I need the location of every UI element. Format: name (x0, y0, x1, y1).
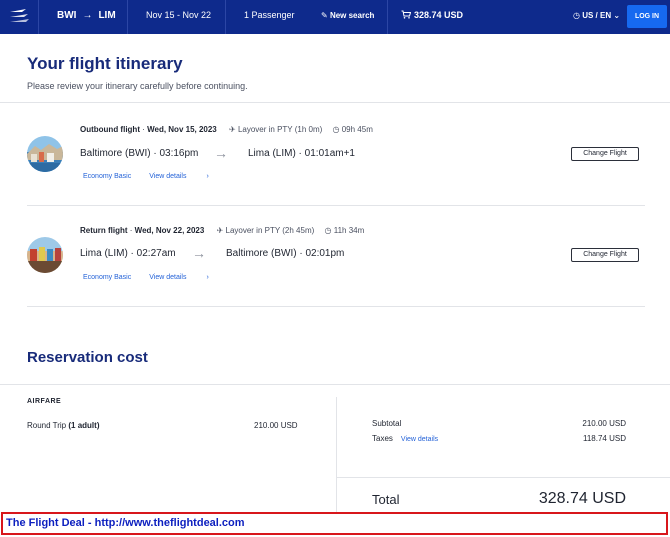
clock-icon: ◷ (332, 125, 340, 134)
layover-info: Layover in PTY (2h 45m) (225, 226, 315, 235)
cart-total-value: 328.74 USD (414, 10, 464, 20)
divider (27, 205, 645, 206)
passenger-detail: (1 adult) (68, 421, 100, 430)
divider (27, 306, 645, 307)
flight-duration: 09h 45m (341, 125, 373, 134)
plane-icon: ✈ (229, 125, 236, 134)
arrival-info: Baltimore (BWI) · 02:01pm (226, 248, 345, 259)
source-banner: The Flight Deal - http://www.theflightde… (1, 512, 668, 535)
flight-date: Wed, Nov 22, 2023 (134, 226, 205, 235)
departure-info: Baltimore (BWI) · 03:16pm (80, 148, 199, 159)
top-bar: BWI → LIM Nov 15 - Nov 22 1 Passenger ✎ Ne… (0, 0, 670, 34)
divider (336, 477, 670, 478)
view-details-link[interactable]: View details › (149, 274, 227, 281)
pencil-icon: ✎ (321, 11, 328, 20)
page-subtitle: Please review your itinerary carefully b… (27, 81, 248, 91)
divider (336, 397, 337, 515)
view-details-link[interactable]: View details › (149, 173, 227, 180)
arrival-info: Lima (LIM) · 01:01am+1 (248, 148, 355, 159)
divider (387, 0, 388, 34)
outbound-flight-card: Outbound flight · Wed, Nov 15, 2023 ✈ La… (0, 120, 670, 210)
divider (0, 384, 670, 385)
passenger-count[interactable]: 1 Passenger (244, 0, 295, 34)
flight-duration: 11h 34m (333, 226, 365, 235)
round-trip-label: Round Trip (1 adult) (27, 421, 100, 430)
login-button[interactable]: LOG IN (627, 5, 667, 28)
arrow-right-icon: → (82, 10, 93, 21)
taxes-row: Taxes View details (372, 434, 438, 443)
flight-links: Economy Basic View details › (83, 173, 245, 180)
chevron-right-icon: › (206, 274, 209, 281)
new-search-label: New search (329, 11, 375, 20)
chevron-right-icon: › (206, 173, 209, 180)
arrow-right-icon: → (192, 245, 206, 261)
cart-icon (401, 10, 412, 19)
new-search-button[interactable]: ✎ New search (321, 0, 374, 34)
round-trip-price: 210.00 USD (254, 421, 298, 430)
source-banner-text[interactable]: The Flight Deal - http://www.theflightde… (6, 517, 245, 529)
route-summary[interactable]: BWI → LIM (57, 0, 116, 34)
clock-icon: ◷ (324, 226, 332, 235)
fare-class-link[interactable]: Economy Basic (83, 173, 131, 180)
flight-header: Return flight · Wed, Nov 22, 2023 ✈ Layo… (80, 226, 365, 235)
language-selector[interactable]: ◷ US / EN ⌄ (573, 0, 620, 34)
return-flight-card: Return flight · Wed, Nov 22, 2023 ✈ Layo… (0, 221, 670, 311)
divider (127, 0, 128, 34)
total-label: Total (372, 492, 400, 507)
arrow-right-icon: → (214, 145, 228, 161)
clock-icon: ◷ (573, 11, 580, 20)
plane-icon: ✈ (216, 226, 224, 235)
subtotal-value: 210.00 USD (582, 419, 626, 428)
total-value: 328.74 USD (538, 490, 626, 507)
chevron-down-icon: ⌄ (613, 11, 621, 20)
page-title: Your flight itinerary (27, 54, 183, 73)
flight-links: Economy Basic View details › (83, 274, 245, 281)
travel-dates[interactable]: Nov 15 - Nov 22 (146, 0, 211, 34)
divider (0, 102, 670, 103)
cart-total-button[interactable]: 328.74 USD (401, 0, 463, 34)
divider (38, 0, 39, 34)
destination-code: LIM (98, 10, 116, 21)
change-flight-button[interactable]: Change Flight (571, 147, 639, 161)
departure-info: Lima (LIM) · 02:27am (80, 248, 176, 259)
airfare-section-label: AIRFARE (27, 398, 62, 405)
taxes-value: 118.74 USD (583, 434, 626, 443)
taxes-label: Taxes (372, 434, 393, 443)
subtotal-label: Subtotal (372, 419, 402, 428)
flight-header: Outbound flight · Wed, Nov 15, 2023 ✈ La… (80, 125, 373, 134)
taxes-view-details-link[interactable]: View details (401, 436, 438, 443)
language-label: US / EN (582, 11, 612, 20)
layover-info: Layover in PTY (1h 0m) (237, 125, 323, 134)
fare-class-link[interactable]: Economy Basic (83, 274, 131, 281)
airline-logo-icon[interactable] (8, 7, 30, 27)
flight-label: Return flight (80, 226, 128, 235)
destination-photo (27, 237, 63, 273)
destination-photo (27, 136, 63, 172)
divider (225, 0, 226, 34)
flight-date: Wed, Nov 15, 2023 (147, 125, 217, 134)
origin-code: BWI (57, 10, 77, 21)
flight-label: Outbound flight (80, 125, 140, 134)
reservation-cost-title: Reservation cost (27, 349, 148, 366)
change-flight-button[interactable]: Change Flight (571, 248, 639, 262)
